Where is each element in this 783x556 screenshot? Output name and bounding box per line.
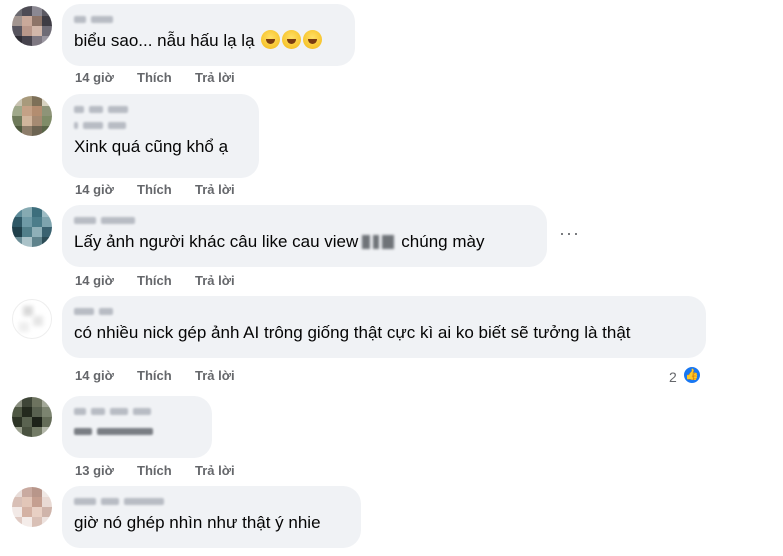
author-name[interactable]: [74, 12, 343, 26]
comment-bubble: [62, 396, 212, 458]
comment-text: Xink quá cũng khổ ạ: [74, 137, 229, 156]
avatar[interactable]: [12, 96, 52, 136]
author-name[interactable]: [74, 213, 535, 227]
reaction-count[interactable]: 2: [669, 369, 677, 385]
comment-text: giờ nó ghép nhìn như thật ý nhie: [74, 513, 321, 532]
like-button[interactable]: Thích: [137, 70, 195, 85]
comment-time[interactable]: 14 giờ: [75, 368, 137, 383]
like-icon[interactable]: 👍: [682, 365, 702, 385]
reply-button[interactable]: Trả lời: [195, 463, 235, 478]
avatar[interactable]: [12, 397, 52, 437]
comment-time[interactable]: 13 giờ: [75, 463, 137, 478]
avatar[interactable]: [12, 6, 52, 46]
like-button[interactable]: Thích: [137, 368, 195, 383]
comment-bubble: có nhiều nick gép ảnh AI trông giống thậ…: [62, 296, 706, 358]
reply-button[interactable]: Trả lời: [195, 70, 235, 85]
comment-text: có nhiều nick gép ảnh AI trông giống thậ…: [74, 323, 631, 342]
grinning-squint-icon: [303, 30, 323, 49]
comment-text: Lấy ảnh người khác câu like cau view chún…: [74, 232, 485, 251]
avatar[interactable]: [12, 299, 52, 339]
comment-bubble: biểu sao... nẫu hấu lạ lạ: [62, 4, 355, 66]
more-options-button[interactable]: ···: [559, 224, 583, 242]
comment-time[interactable]: 14 giờ: [75, 182, 137, 197]
censored-text: [74, 424, 200, 438]
comment-time[interactable]: 14 giờ: [75, 70, 137, 85]
grinning-squint-icon: [261, 30, 281, 49]
reply-button[interactable]: Trả lời: [195, 182, 235, 197]
avatar[interactable]: [12, 487, 52, 527]
like-button[interactable]: Thích: [137, 463, 195, 478]
like-button[interactable]: Thích: [137, 273, 195, 288]
comment-bubble: Lấy ảnh người khác câu like cau view chún…: [62, 205, 547, 267]
comment-text: biểu sao... nẫu hấu lạ lạ: [74, 30, 343, 52]
comment-bubble: giờ nó ghép nhìn như thật ý nhie: [62, 486, 361, 548]
reply-button[interactable]: Trả lời: [195, 273, 235, 288]
censored-text: [362, 233, 397, 249]
author-name[interactable]: [74, 102, 247, 116]
like-button[interactable]: Thích: [137, 182, 195, 197]
author-name[interactable]: [74, 494, 349, 508]
author-name[interactable]: [74, 304, 694, 318]
comment-bubble: Xink quá cũng khổ ạ: [62, 94, 259, 178]
author-name[interactable]: [74, 404, 200, 418]
comment-time[interactable]: 14 giờ: [75, 273, 137, 288]
grinning-squint-icon: [282, 30, 302, 49]
reply-button[interactable]: Trả lời: [195, 368, 235, 383]
author-subtitle: [74, 118, 247, 132]
avatar[interactable]: [12, 207, 52, 247]
